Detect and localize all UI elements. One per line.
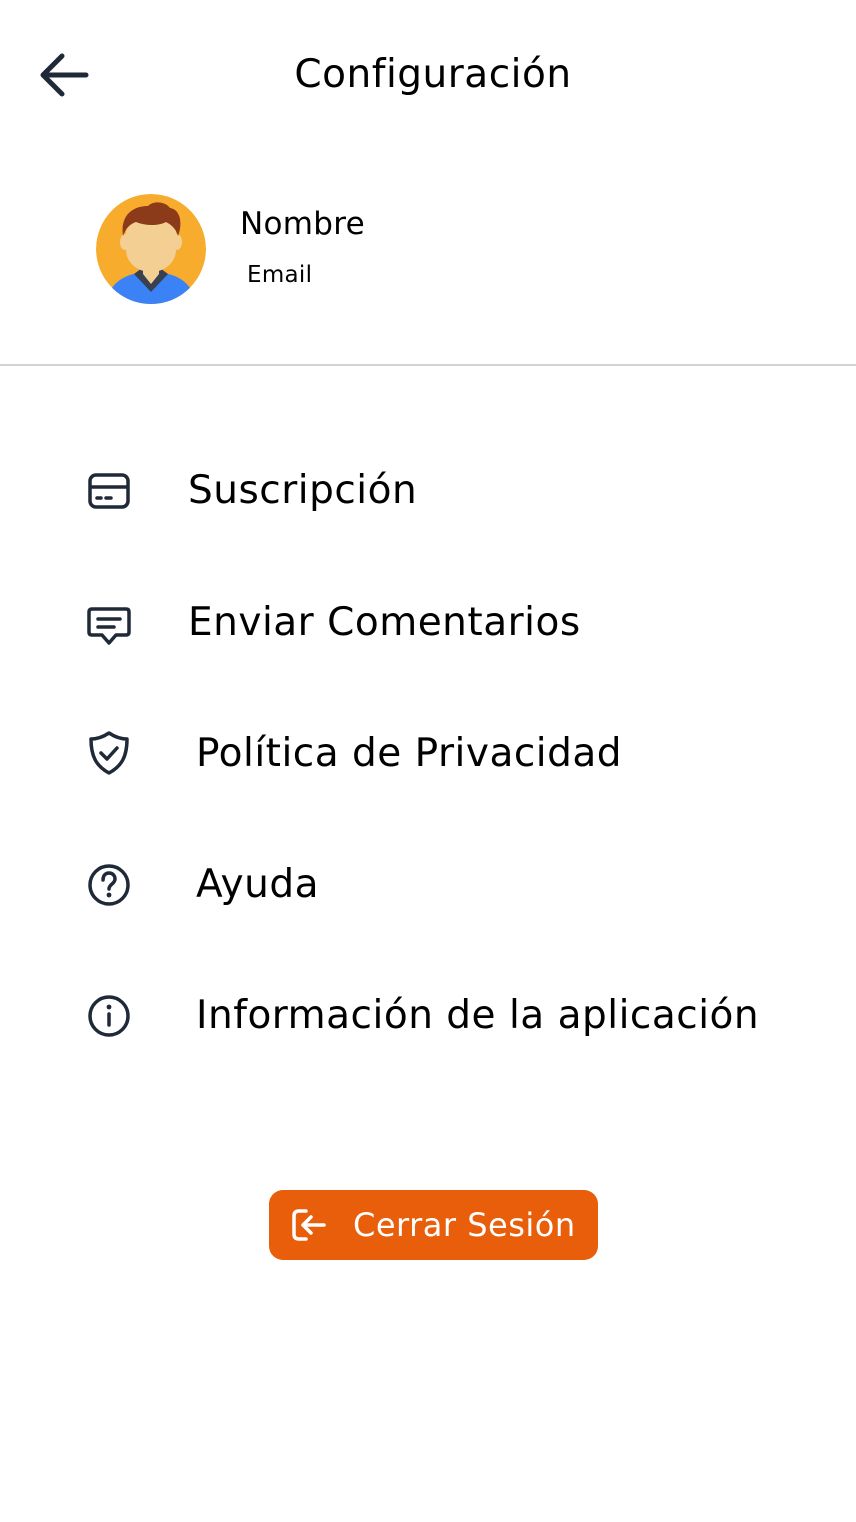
credit-card-icon bbox=[84, 466, 134, 516]
message-icon bbox=[84, 600, 134, 650]
menu-item-label: Información de la aplicación bbox=[196, 993, 760, 1038]
logout-icon bbox=[292, 1209, 326, 1241]
menu-item-label: Suscripción bbox=[188, 468, 418, 513]
menu-item-subscription[interactable]: Suscripción bbox=[0, 446, 856, 536]
menu-item-feedback[interactable]: Enviar Comentarios bbox=[0, 578, 856, 668]
menu-item-privacy[interactable]: Política de Privacidad bbox=[0, 709, 856, 799]
logout-label: Cerrar Sesión bbox=[353, 1206, 576, 1244]
help-circle-icon bbox=[84, 860, 134, 910]
info-circle-icon bbox=[84, 991, 134, 1041]
menu-item-app-info[interactable]: Información de la aplicación bbox=[0, 971, 856, 1061]
page-title: Configuración bbox=[294, 52, 572, 97]
menu-item-help[interactable]: Ayuda bbox=[0, 840, 856, 930]
menu-item-label: Política de Privacidad bbox=[196, 731, 623, 776]
divider bbox=[0, 364, 856, 366]
menu-item-label: Ayuda bbox=[196, 862, 319, 907]
avatar bbox=[96, 194, 206, 304]
shield-check-icon bbox=[84, 728, 134, 778]
profile-section: Nombre Email bbox=[0, 190, 856, 310]
profile-email: Email bbox=[247, 262, 313, 288]
logout-button[interactable]: Cerrar Sesión bbox=[269, 1190, 598, 1260]
header: Configuración bbox=[0, 0, 856, 150]
menu-item-label: Enviar Comentarios bbox=[188, 600, 581, 645]
profile-name: Nombre bbox=[240, 206, 365, 242]
